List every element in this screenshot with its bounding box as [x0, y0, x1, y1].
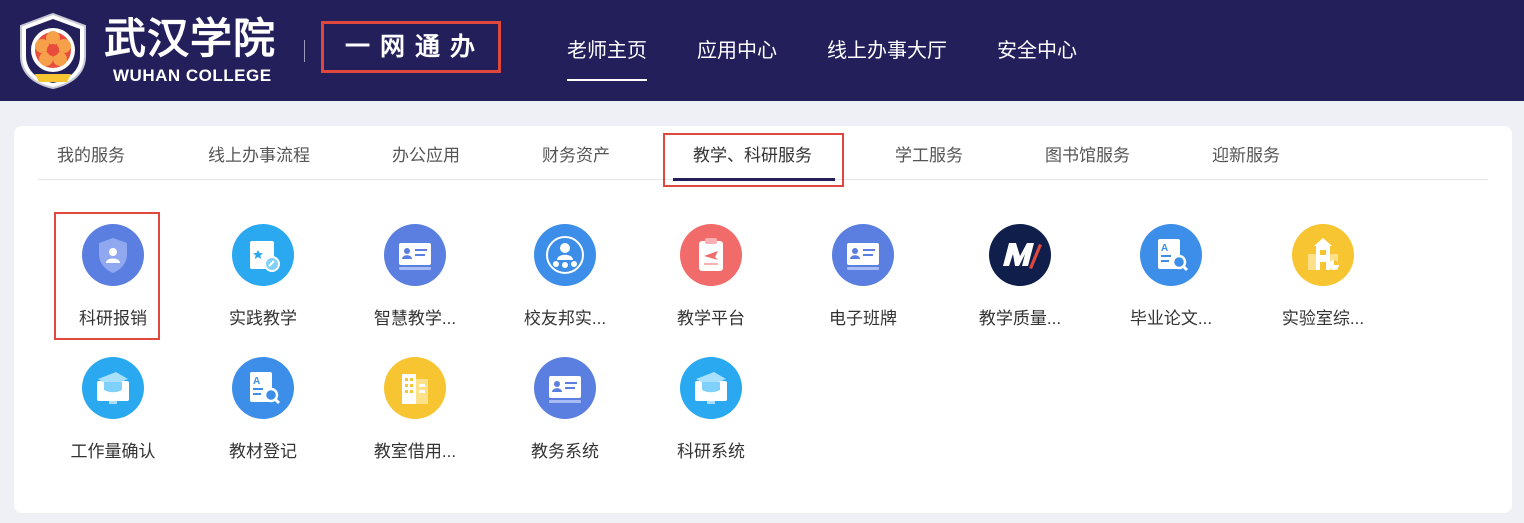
app-academic-affairs[interactable]: 教务系统: [490, 357, 640, 477]
alumni-icon: [534, 224, 596, 286]
tab-online-process[interactable]: 线上办事流程: [208, 146, 310, 166]
tab-finance-assets[interactable]: 财务资产: [542, 146, 610, 166]
app-label: 教室借用...: [373, 442, 457, 461]
id-card-icon: [832, 224, 894, 286]
portal-title: 一网通办: [344, 33, 485, 61]
app-label: 实验室综...: [1281, 309, 1365, 328]
app-research-system[interactable]: 科研系统: [636, 357, 786, 477]
m-logo-icon: [989, 224, 1051, 286]
app-teaching-quality[interactable]: 教学质量...: [945, 224, 1095, 344]
app-label: 校友邦实...: [523, 309, 607, 328]
app-label: 教材登记: [229, 442, 297, 461]
app-classroom-borrow[interactable]: 教室借用...: [340, 357, 490, 477]
svg-text:A: A: [1161, 243, 1168, 254]
id-card-icon: [384, 224, 446, 286]
app-electronic-board[interactable]: 电子班牌: [788, 224, 938, 344]
certificate-icon: [232, 224, 294, 286]
app-label: 实践教学: [229, 309, 297, 328]
document-search-icon: A: [1140, 224, 1202, 286]
app-workload-confirm[interactable]: 工作量确认: [38, 357, 188, 477]
app-textbook-register[interactable]: A 教材登记: [188, 357, 338, 477]
svg-text:A: A: [253, 376, 260, 387]
tab-freshman[interactable]: 迎新服务: [1212, 146, 1280, 166]
portal-title-highlight: 一网通办: [321, 21, 501, 73]
id-card-icon: [534, 357, 596, 419]
app-label: 教学质量...: [978, 309, 1062, 328]
tab-my-services[interactable]: 我的服务: [57, 146, 125, 166]
nav-app-center[interactable]: 应用中心: [697, 38, 777, 64]
app-label: 智慧教学...: [373, 309, 457, 328]
logo-english-name: WUHAN COLLEGE: [113, 66, 272, 85]
logo-chinese-name: 武汉学院: [104, 14, 277, 63]
app-label: 工作量确认: [70, 442, 156, 461]
logo-divider: [304, 40, 305, 62]
graduation-monitor-icon: [680, 357, 742, 419]
app-label: 电子班牌: [829, 309, 897, 328]
graduation-monitor-icon: [82, 357, 144, 419]
building-icon: [384, 357, 446, 419]
app-graduation-thesis[interactable]: A 毕业论文...: [1096, 224, 1246, 344]
tab-student-affairs[interactable]: 学工服务: [895, 146, 963, 166]
app-practice-teaching[interactable]: 实践教学: [188, 224, 338, 344]
document-search-icon: A: [232, 357, 294, 419]
nav-online-hall[interactable]: 线上办事大厅: [827, 38, 947, 64]
app-teaching-platform[interactable]: 教学平台: [636, 224, 786, 344]
app-label: 科研系统: [677, 442, 745, 461]
clipboard-icon: [680, 224, 742, 286]
tab-library[interactable]: 图书馆服务: [1045, 146, 1130, 166]
school-building-icon: [1292, 224, 1354, 286]
college-emblem-icon: [15, 12, 91, 90]
app-smart-teaching[interactable]: 智慧教学...: [340, 224, 490, 344]
selected-app-highlight: [54, 212, 160, 340]
top-header: 武汉学院 WUHAN COLLEGE 一网通办 老师主页 应用中心 线上办事大厅…: [0, 0, 1524, 101]
active-tab-highlight: [663, 133, 844, 187]
nav-active-underline: [567, 79, 647, 81]
app-label: 毕业论文...: [1129, 309, 1213, 328]
app-label: 教务系统: [531, 442, 599, 461]
tab-office-apps[interactable]: 办公应用: [392, 146, 460, 166]
nav-teacher-home[interactable]: 老师主页: [567, 38, 647, 64]
app-laboratory[interactable]: 实验室综...: [1248, 224, 1398, 344]
app-alumni-practice[interactable]: 校友邦实...: [490, 224, 640, 344]
app-label: 教学平台: [677, 309, 745, 328]
nav-security-center[interactable]: 安全中心: [997, 38, 1077, 64]
